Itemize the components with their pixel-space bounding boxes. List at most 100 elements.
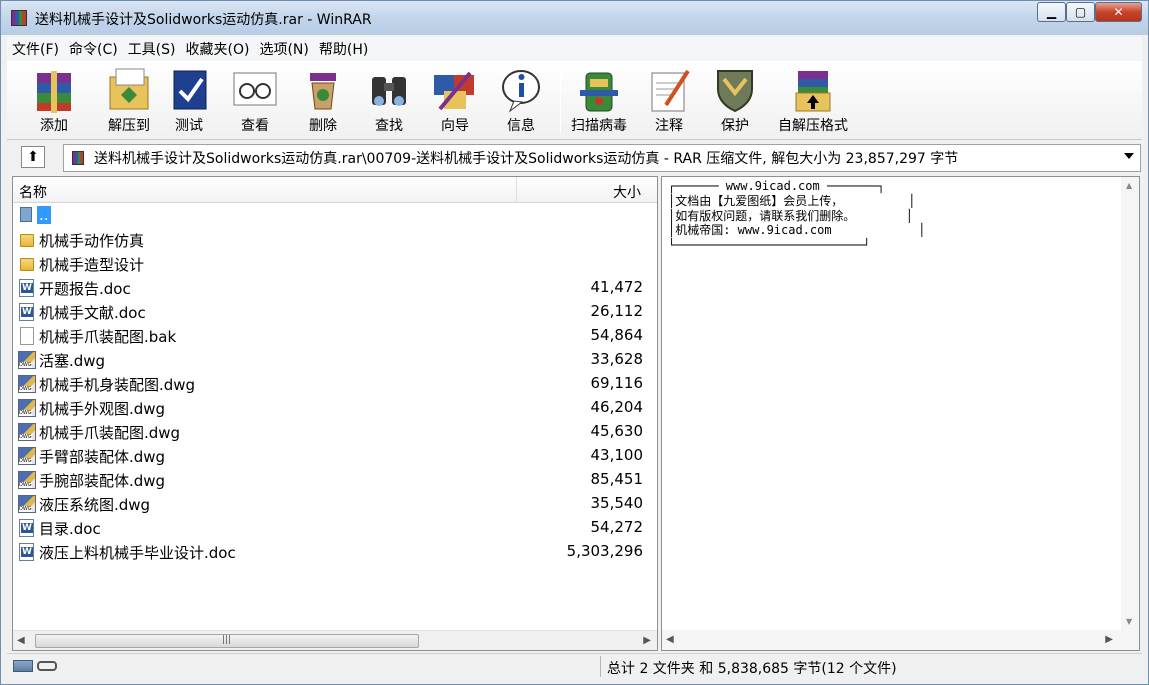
file-row[interactable]: 机械手文献.doc 26,112 <box>13 300 657 324</box>
scroll-down-icon[interactable]: ▼ <box>1126 617 1132 626</box>
column-divider[interactable] <box>516 177 517 203</box>
file-name: 手腕部装配体.dwg <box>39 472 166 490</box>
folder-icon <box>20 234 34 247</box>
close-button[interactable]: ✕ <box>1095 2 1142 22</box>
file-name: 开题报告.doc <box>39 280 131 298</box>
wizard-button[interactable]: 向导 <box>427 65 483 135</box>
folder-icon <box>20 258 34 271</box>
file-row[interactable]: 活塞.dwg 33,628 <box>13 348 657 372</box>
info-button[interactable]: 信息 <box>493 65 549 135</box>
comment-button[interactable]: 注释 <box>641 65 697 135</box>
word-document-icon <box>19 543 34 561</box>
scroll-right-icon[interactable]: ▶ <box>1105 634 1113 645</box>
menu-tools[interactable]: 工具(S) <box>123 39 181 59</box>
file-size: 5,303,296 <box>566 542 643 560</box>
address-path: 送料机械手设计及Solidworks运动仿真.rar\00709-送料机械手设计… <box>94 151 959 167</box>
scrollbar-thumb[interactable]: ||| <box>35 634 419 648</box>
find-button[interactable]: 查找 <box>361 65 417 135</box>
file-name: .. <box>37 206 51 224</box>
add-button[interactable]: 添加 <box>15 65 93 135</box>
scroll-up-icon[interactable]: ▲ <box>1126 181 1132 190</box>
address-bar: ⬆ 送料机械手设计及Solidworks运动仿真.rar\00709-送料机械手… <box>7 142 1142 174</box>
parent-folder-icon <box>20 207 32 222</box>
title-bar[interactable]: 送料机械手设计及Solidworks运动仿真.rar - WinRAR ▁ ▢ … <box>1 1 1148 35</box>
protect-icon <box>710 65 760 113</box>
file-name: 机械手机身装配图.dwg <box>39 376 196 394</box>
view-icon <box>230 65 280 113</box>
file-row[interactable]: 机械手外观图.dwg 46,204 <box>13 396 657 420</box>
view-button[interactable]: 查看 <box>227 65 283 135</box>
dwg-file-icon <box>18 495 36 513</box>
comment-horizontal-scrollbar[interactable]: ◀ ▶ <box>662 630 1139 650</box>
file-row[interactable]: 手腕部装配体.dwg 85,451 <box>13 468 657 492</box>
file-size: 85,451 <box>590 470 644 488</box>
file-name: 机械手造型设计 <box>39 256 145 274</box>
menu-help[interactable]: 帮助(H) <box>314 39 373 59</box>
dwg-file-icon <box>18 399 36 417</box>
file-list: .. 机械手动作仿真机械手造型设计开题报告.doc 41,472 机械手文献.doc 2… <box>13 204 657 564</box>
menu-options[interactable]: 选项(N) <box>254 39 313 59</box>
file-row[interactable]: 机械手爪装配图.bak 54,864 <box>13 324 657 348</box>
virus-scan-button[interactable]: 扫描病毒 <box>563 65 635 135</box>
archive-icon <box>72 151 84 165</box>
minimize-button[interactable]: ▁ <box>1037 2 1066 22</box>
column-header-name[interactable]: 名称 <box>19 182 47 202</box>
extract-to-icon <box>104 65 154 113</box>
comment-icon <box>644 65 694 113</box>
dwg-file-icon <box>18 351 36 369</box>
protect-button[interactable]: 保护 <box>707 65 763 135</box>
column-header-size[interactable]: 大小 <box>613 182 641 202</box>
winrar-window: 送料机械手设计及Solidworks运动仿真.rar - WinRAR ▁ ▢ … <box>0 0 1149 685</box>
toolbar-separator <box>560 67 561 133</box>
extract-to-button[interactable]: 解压到 <box>89 65 169 135</box>
comment-vertical-scrollbar[interactable]: ▲ ▼ <box>1121 177 1139 630</box>
key-icon[interactable] <box>37 661 57 671</box>
sfx-button[interactable]: 自解压格式 <box>771 65 855 135</box>
address-dropdown-icon[interactable] <box>1124 153 1134 159</box>
file-icon <box>20 327 34 345</box>
scroll-left-icon[interactable]: ◀ <box>17 635 25 646</box>
scroll-right-icon[interactable]: ▶ <box>643 635 651 646</box>
file-row[interactable]: 手臂部装配体.dwg 43,100 <box>13 444 657 468</box>
menu-favorites[interactable]: 收藏夹(O) <box>181 39 255 59</box>
winrar-app-icon[interactable] <box>11 10 27 26</box>
file-name: 液压系统图.dwg <box>39 496 151 514</box>
sfx-icon <box>788 65 838 113</box>
menu-commands[interactable]: 命令(C) <box>64 39 123 59</box>
test-icon <box>164 65 214 113</box>
toolbar: 添加 解压到 测试 查看 删除 查找 向导 信息 扫描病毒 注释 保护 自解压格… <box>7 61 1142 140</box>
file-size: 41,472 <box>590 278 644 296</box>
up-one-level-button[interactable]: ⬆ <box>21 146 45 168</box>
word-document-icon <box>19 303 34 321</box>
archive-comment: ┌────── www.9icad.com ───────┐ │文档由【九爱图纸… <box>668 179 926 253</box>
delete-button[interactable]: 删除 <box>295 65 351 135</box>
drive-icon[interactable] <box>13 660 33 672</box>
file-size: 26,112 <box>590 302 644 320</box>
test-button[interactable]: 测试 <box>161 65 217 135</box>
file-row[interactable]: .. <box>13 204 657 228</box>
file-size: 45,630 <box>590 422 644 440</box>
scrollbar-grip-icon: ||| <box>222 635 232 645</box>
scroll-left-icon[interactable]: ◀ <box>666 634 674 645</box>
file-row[interactable]: 机械手动作仿真 <box>13 228 657 252</box>
file-row[interactable]: 机械手机身装配图.dwg 69,116 <box>13 372 657 396</box>
file-row[interactable]: 液压上料机械手毕业设计.doc 5,303,296 <box>13 540 657 564</box>
word-document-icon <box>19 279 34 297</box>
status-separator <box>600 656 601 677</box>
file-list-pane: 名称 大小 .. 机械手动作仿真机械手造型设计开题报告.doc 41,472 机械手文… <box>12 176 658 651</box>
file-size: 46,204 <box>590 398 644 416</box>
file-row[interactable]: 液压系统图.dwg 35,540 <box>13 492 657 516</box>
comment-pane: ┌────── www.9icad.com ───────┐ │文档由【九爱图纸… <box>661 176 1140 651</box>
address-field[interactable]: 送料机械手设计及Solidworks运动仿真.rar\00709-送料机械手设计… <box>63 144 1141 172</box>
file-list-horizontal-scrollbar[interactable]: ◀ ||| ▶ <box>13 630 657 650</box>
file-row[interactable]: 开题报告.doc 41,472 <box>13 276 657 300</box>
file-name: 活塞.dwg <box>39 352 106 370</box>
menu-file[interactable]: 文件(F) <box>7 39 64 59</box>
file-row[interactable]: 机械手爪装配图.dwg 45,630 <box>13 420 657 444</box>
file-row[interactable]: 目录.doc 54,272 <box>13 516 657 540</box>
info-icon <box>496 65 546 113</box>
maximize-button[interactable]: ▢ <box>1066 2 1095 22</box>
wizard-icon <box>430 65 480 113</box>
file-name: 手臂部装配体.dwg <box>39 448 166 466</box>
file-row[interactable]: 机械手造型设计 <box>13 252 657 276</box>
